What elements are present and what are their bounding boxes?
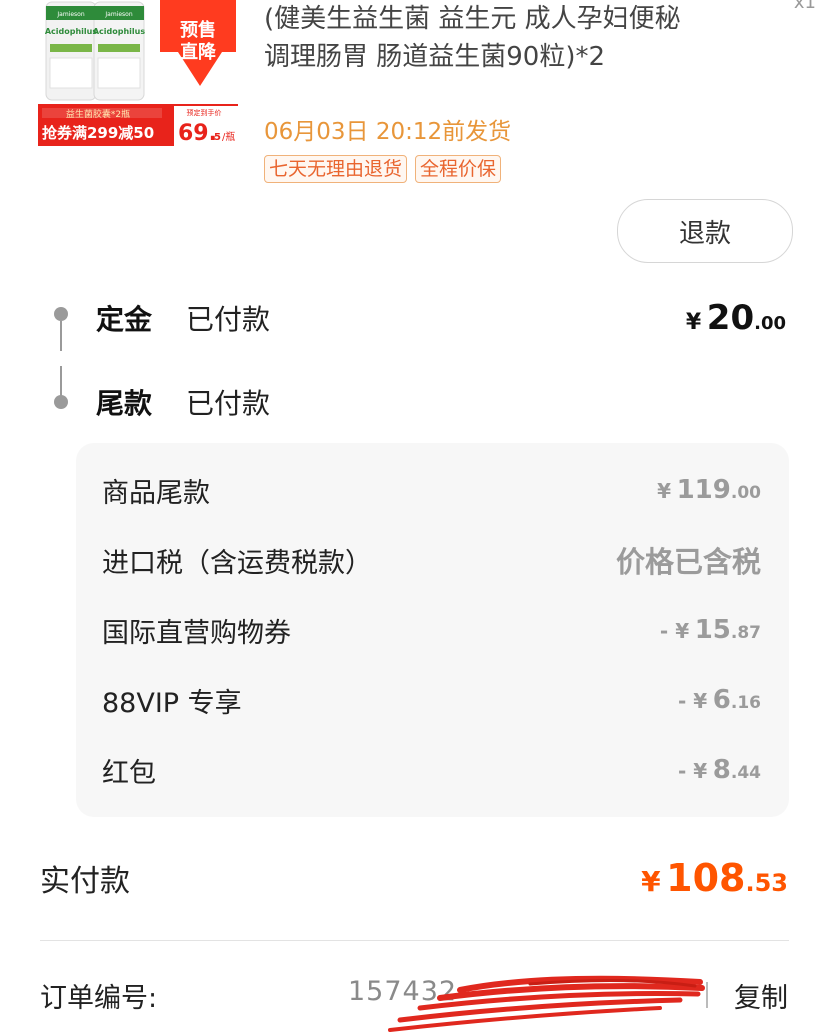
breakdown-row-88vip: 88VIP 专享 - ¥ 6.16 <box>102 680 761 720</box>
actual-paid-amount: ¥ 108.53 <box>641 856 788 900</box>
divider <box>40 940 789 941</box>
timeline-line <box>60 366 62 396</box>
tag-seven-day-return[interactable]: 七天无理由退货 <box>264 155 408 183</box>
svg-text:Jamieson: Jamieson <box>56 11 84 18</box>
redaction-scribble <box>388 975 705 1032</box>
stage-balance-name: 尾款 <box>96 387 153 420</box>
breakdown-label: 进口税（含运费税款） <box>102 547 372 579</box>
svg-text:/瓶: /瓶 <box>222 130 235 143</box>
svg-text:抢券满299减50: 抢券满299减50 <box>42 124 154 142</box>
actual-paid-label: 实付款 <box>40 864 130 899</box>
stage-balance-status: 已付款 <box>186 387 271 420</box>
timeline-dot-deposit <box>54 307 68 321</box>
breakdown-label: 88VIP 专享 <box>102 687 242 719</box>
refund-button[interactable]: 退款 <box>617 199 793 263</box>
svg-text:69.: 69. <box>178 121 217 146</box>
svg-text:益生菌胶囊*2瓶: 益生菌胶囊*2瓶 <box>66 108 130 120</box>
breakdown-value: ¥ 119.00 <box>657 475 761 505</box>
breakdown-value: - ¥ 8.44 <box>678 755 761 785</box>
stage-deposit-name: 定金 <box>96 303 153 336</box>
copy-order-button[interactable]: 复制 <box>734 976 788 1015</box>
breakdown-label: 红包 <box>102 757 156 789</box>
service-tags: 七天无理由退货 全程价保 <box>264 155 502 183</box>
product-title[interactable]: (健美生益生菌 益生元 成人孕妇便秘调理肠胃 肠道益生菌90粒)*2 <box>264 0 684 76</box>
svg-text:Acidophilus: Acidophilus <box>45 27 98 36</box>
svg-text:直降: 直降 <box>180 41 217 63</box>
stage-deposit-status: 已付款 <box>186 303 271 336</box>
stage-deposit-amount: ¥ 20.00 <box>685 298 786 338</box>
breakdown-row-red-packet: 红包 - ¥ 8.44 <box>102 750 761 790</box>
svg-text:预售: 预售 <box>180 19 216 41</box>
ship-time: 06月03日 20:12前发货 <box>264 119 512 145</box>
svg-text:Jamieson: Jamieson <box>104 11 132 18</box>
price-breakdown-panel: 商品尾款 ¥ 119.00 进口税（含运费税款） 价格已含税 国际直营购物券 -… <box>76 443 789 817</box>
breakdown-row-import-tax: 进口税（含运费税款） 价格已含税 <box>102 540 761 580</box>
tag-price-protection[interactable]: 全程价保 <box>415 155 502 183</box>
breakdown-row-goods-balance: 商品尾款 ¥ 119.00 <box>102 470 761 510</box>
order-number-label: 订单编号: <box>40 983 158 1014</box>
quantity-label: x1 <box>793 0 816 13</box>
svg-text:Acidophilus: Acidophilus <box>93 27 146 36</box>
timeline-line <box>60 321 62 351</box>
timeline-dot-balance <box>54 395 68 409</box>
copy-separator <box>706 982 708 1008</box>
breakdown-value: - ¥ 6.16 <box>678 685 761 715</box>
svg-text:预定到手价: 预定到手价 <box>187 108 222 117</box>
product-image[interactable]: Jamieson Jamieson Acidophilus Acidophilu… <box>38 0 238 146</box>
breakdown-row-voucher: 国际直营购物券 - ¥ 15.87 <box>102 610 761 650</box>
breakdown-label: 国际直营购物券 <box>102 617 291 649</box>
breakdown-value: - ¥ 15.87 <box>659 615 761 645</box>
svg-text:5: 5 <box>214 132 221 143</box>
breakdown-value: 价格已含税 <box>615 545 761 579</box>
breakdown-label: 商品尾款 <box>102 477 210 509</box>
